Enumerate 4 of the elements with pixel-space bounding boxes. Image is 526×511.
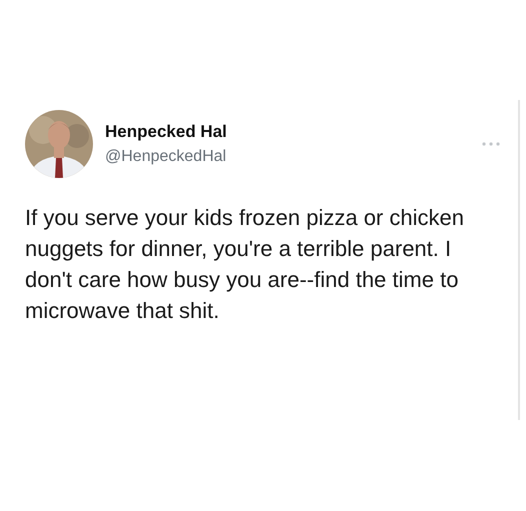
author-name: Henpecked Hal [105,122,228,142]
tweet-text: If you serve your kids frozen pizza or chicken nuggets for dinner, you're a terrible parent. I don't care how busy you are--find the time to microwave that shit. [25,204,465,325]
more-icon[interactable] [482,142,500,146]
author-handle: @HenpeckedHal [105,148,228,166]
